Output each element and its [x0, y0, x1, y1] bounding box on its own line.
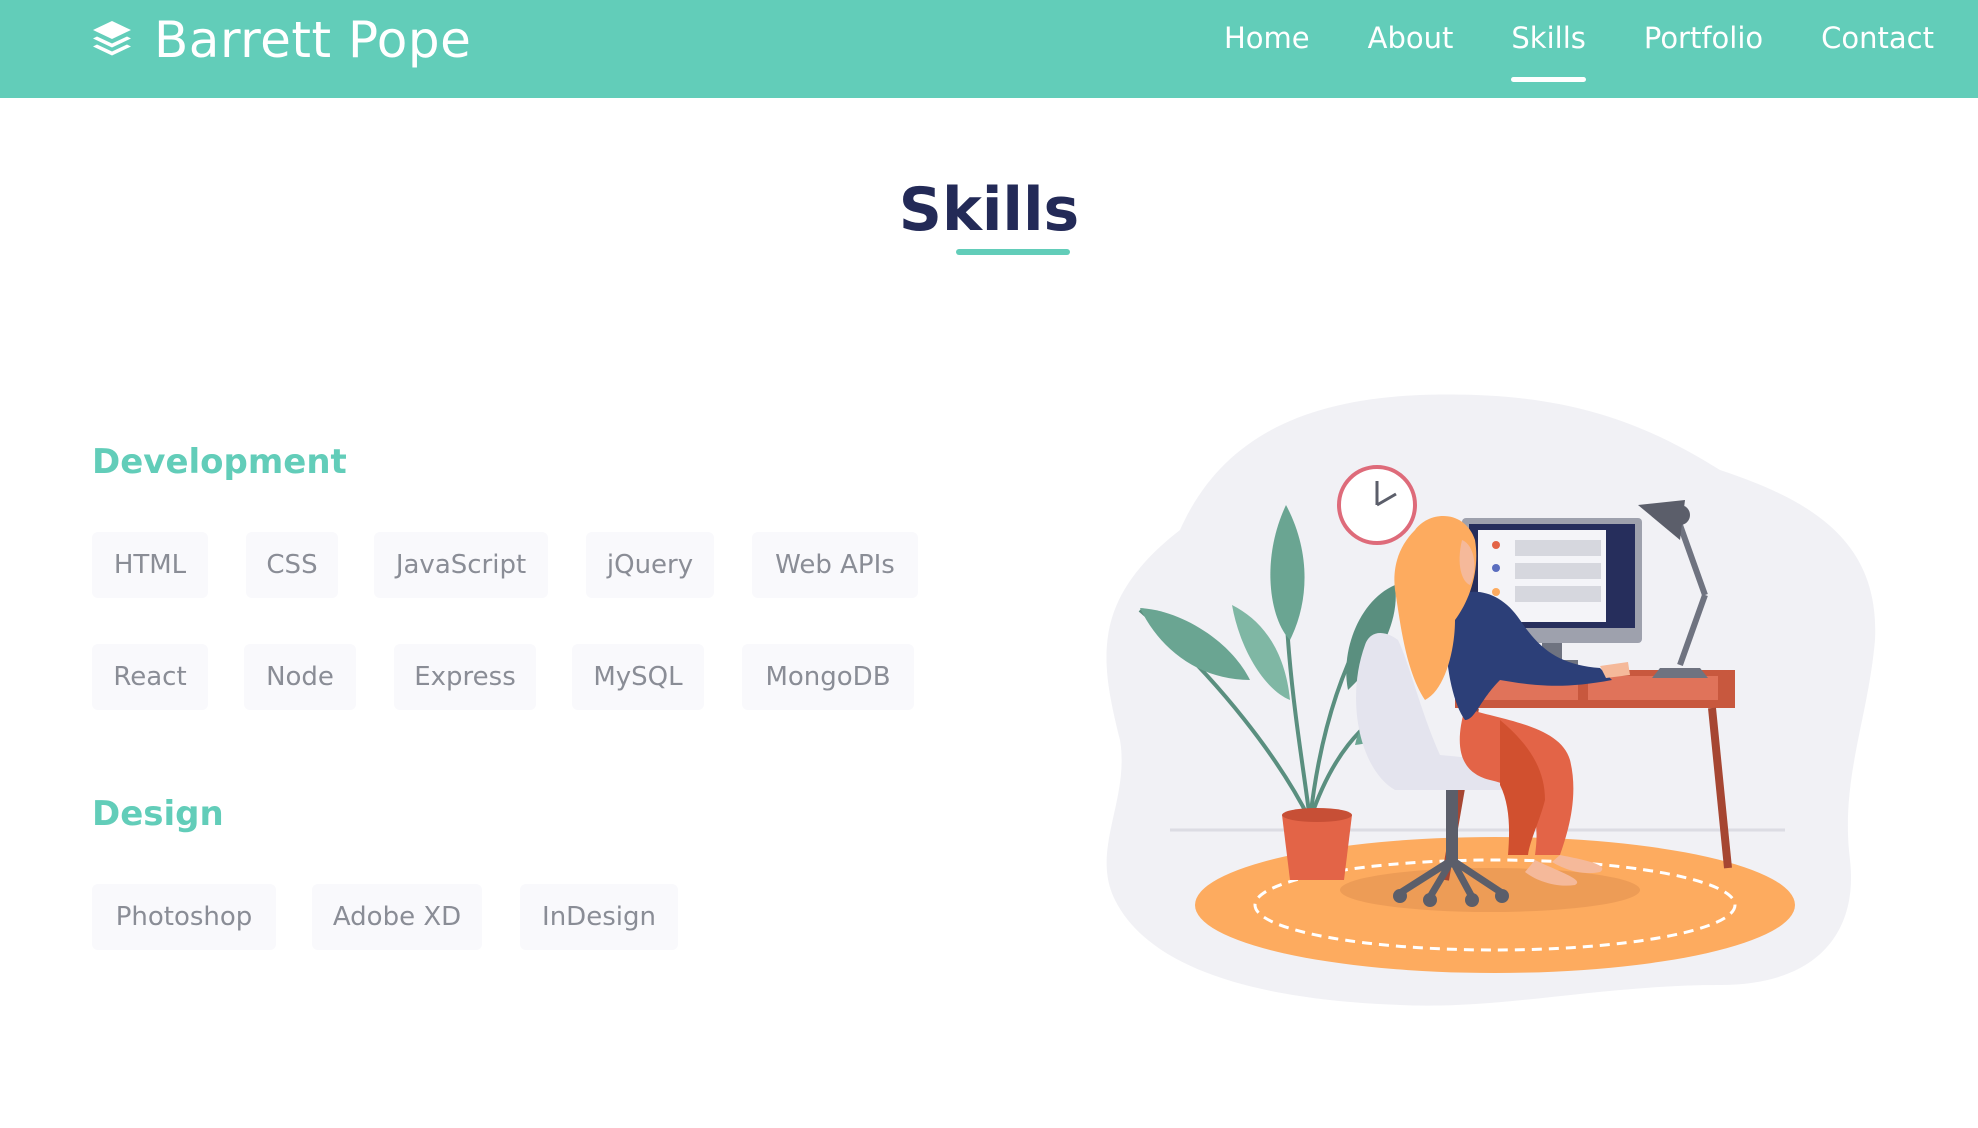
nav-skills[interactable]: Skills — [1511, 18, 1587, 82]
skill-chip-css: CSS — [246, 532, 338, 598]
skill-chip-web-apis: Web APIs — [752, 532, 918, 598]
navbar: Barrett Pope Home About Skills Portfolio… — [0, 0, 1978, 98]
skill-chip-react: React — [92, 644, 208, 710]
skill-chip-indesign: InDesign — [520, 884, 678, 950]
skill-chip-jquery: jQuery — [586, 532, 714, 598]
brand[interactable]: Barrett Pope — [90, 12, 471, 68]
skill-chip-photoshop: Photoshop — [92, 884, 276, 950]
section-title: Skills — [898, 175, 1080, 245]
title-underline — [956, 249, 1070, 255]
nav-links: Home About Skills Portfolio Contact — [1166, 18, 1934, 82]
nav-home[interactable]: Home — [1224, 18, 1310, 58]
skill-chip-node: Node — [244, 644, 356, 710]
nav-portfolio[interactable]: Portfolio — [1644, 18, 1763, 58]
skill-chip-express: Express — [394, 644, 536, 710]
skill-chip-mysql: MySQL — [572, 644, 704, 710]
group-title-development: Development — [92, 442, 347, 482]
nav-about[interactable]: About — [1368, 18, 1454, 58]
skill-chip-javascript: JavaScript — [374, 532, 548, 598]
skill-chip-adobe-xd: Adobe XD — [312, 884, 482, 950]
clock-icon — [1337, 465, 1417, 545]
workspace-illustration — [1106, 394, 1876, 1006]
skill-chip-html: HTML — [92, 532, 208, 598]
nav-contact[interactable]: Contact — [1821, 18, 1934, 58]
layers-icon — [93, 21, 131, 56]
brand-name: Barrett Pope — [154, 11, 472, 69]
skill-chip-mongodb: MongoDB — [742, 644, 914, 710]
group-title-design: Design — [92, 794, 224, 834]
